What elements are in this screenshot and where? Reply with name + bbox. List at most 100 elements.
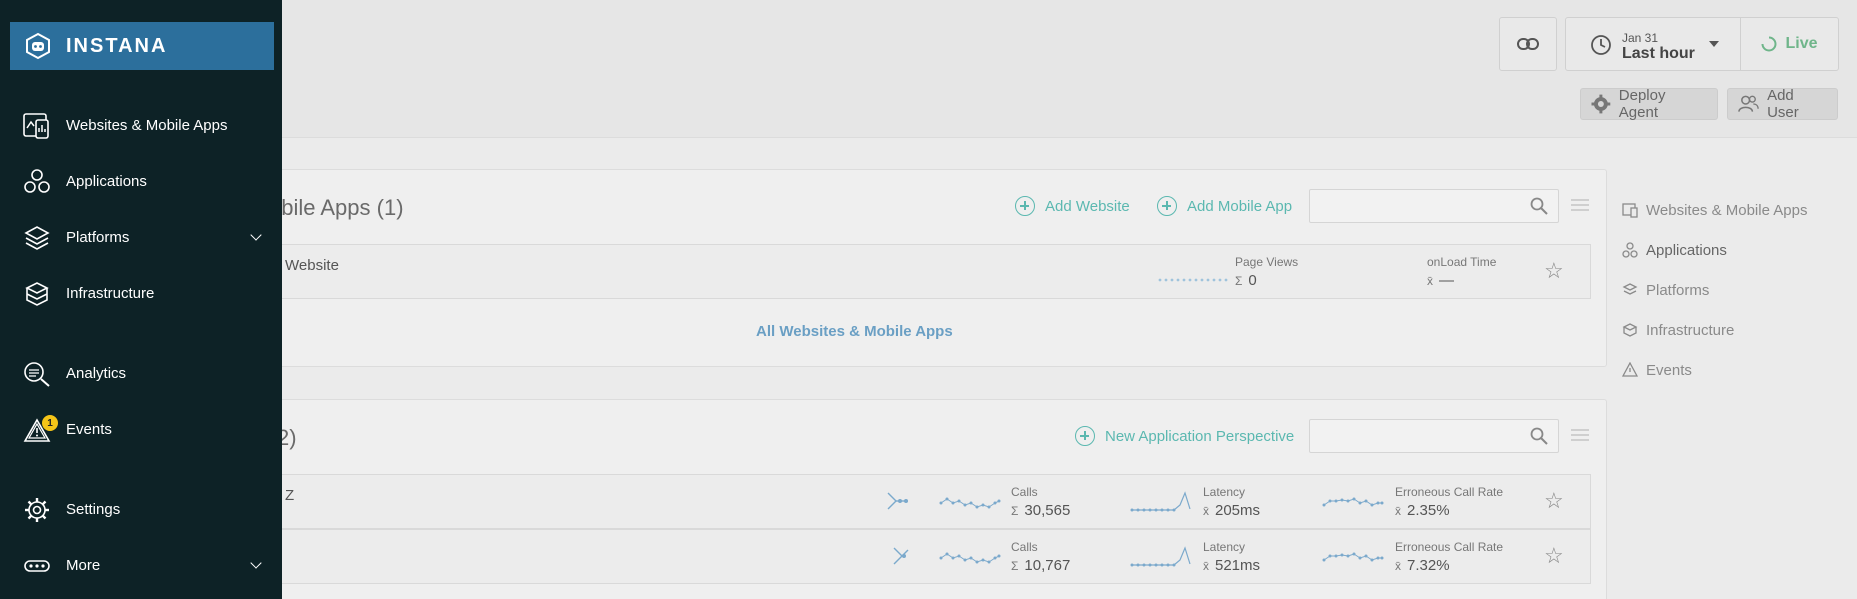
latency-label: Latency xyxy=(1203,540,1246,554)
rnav-item-platforms[interactable]: Platforms xyxy=(1622,270,1807,310)
page-views-value: Σ0 xyxy=(1235,272,1257,289)
search-icon xyxy=(1530,427,1548,445)
star-icon[interactable]: ☆ xyxy=(1544,543,1564,569)
latency-value: x̄ 205ms xyxy=(1203,502,1261,519)
sidebar-item-applications[interactable]: Applications xyxy=(0,159,282,205)
sidebar-item-analytics[interactable]: Analytics xyxy=(0,351,282,397)
events-count-badge: 1 xyxy=(42,415,58,431)
page-views-sparkline xyxy=(1158,278,1228,282)
sidebar-label: More xyxy=(66,557,101,574)
star-icon[interactable]: ☆ xyxy=(1544,258,1564,284)
infrastructure-icon xyxy=(25,282,49,306)
sidebar-label: Platforms xyxy=(66,229,130,246)
applications-icon xyxy=(1622,242,1638,258)
rnav-label: Platforms xyxy=(1646,281,1710,299)
latency-sparkline xyxy=(1130,546,1191,567)
live-spinner-icon xyxy=(1761,36,1777,52)
chevron-down-icon xyxy=(250,557,262,569)
websites-icon xyxy=(1622,203,1638,218)
deploy-agent-label: Deploy Agent xyxy=(1618,87,1666,121)
error-rate-sparkline xyxy=(1322,552,1384,562)
menu-icon[interactable] xyxy=(1571,199,1589,213)
events-icon xyxy=(1622,362,1638,377)
sidebar-item-settings[interactable]: Settings xyxy=(0,487,282,533)
add-mobile-app-button[interactable]: Add Mobile App xyxy=(1157,196,1292,216)
rnav-item-events[interactable]: Events xyxy=(1622,350,1807,390)
latency-label: Latency xyxy=(1203,485,1246,499)
rnav-item-infrastructure[interactable]: Infrastructure xyxy=(1622,310,1807,350)
website-row[interactable]: Website Page Views Σ0 onLoad Time x̄ — ☆ xyxy=(241,244,1591,299)
live-button[interactable]: Live xyxy=(1740,17,1839,71)
timepicker-range: Last hour xyxy=(1622,45,1695,62)
application-name: Z xyxy=(285,487,295,504)
rnav-label: Infrastructure xyxy=(1646,321,1735,339)
calls-value: Σ 30,565 xyxy=(1011,502,1071,519)
sidebar-item-events[interactable]: 1 Events xyxy=(0,407,282,453)
add-mobile-app-label: Add Mobile App xyxy=(1187,197,1293,215)
sidebar-label: Events xyxy=(66,421,112,438)
gear-icon xyxy=(1591,94,1611,114)
websites-card: obile Apps (1) Add Website Add Mobile Ap… xyxy=(240,169,1607,367)
rnav-label: Applications xyxy=(1646,241,1727,259)
rnav-item-websites[interactable]: Websites & Mobile Apps xyxy=(1622,190,1807,230)
applications-icon xyxy=(24,169,50,193)
search-icon xyxy=(1530,197,1548,215)
chevron-down-icon xyxy=(1709,41,1719,47)
rnav-item-applications[interactable]: Applications xyxy=(1622,230,1807,270)
websites-card-title: obile Apps (1) xyxy=(269,195,404,220)
star-icon[interactable]: ☆ xyxy=(1544,488,1564,514)
all-websites-link[interactable]: All Websites & Mobile Apps xyxy=(756,323,953,340)
onload-label: onLoad Time xyxy=(1427,255,1497,269)
application-row[interactable]: Z Calls Σ 30,565 Latency x̄ 205ms Erroneou… xyxy=(241,474,1591,529)
chevron-down-icon xyxy=(250,229,262,241)
dependency-icon xyxy=(893,547,909,565)
live-label: Live xyxy=(1785,35,1818,52)
add-website-button[interactable]: Add Website xyxy=(1015,196,1130,216)
latency-value: x̄ 521ms xyxy=(1203,557,1261,574)
brand-name: INSTANA xyxy=(66,34,168,57)
calls-sparkline xyxy=(939,497,1001,509)
onload-value: x̄ — xyxy=(1427,272,1454,289)
timepicker-button[interactable]: Jan 31 Last hour xyxy=(1565,17,1741,71)
sidebar-item-more[interactable]: More xyxy=(0,543,282,589)
sidebar-label: Applications xyxy=(66,173,147,190)
instana-logo-icon xyxy=(26,32,50,60)
latency-sparkline xyxy=(1130,491,1191,512)
link-icon xyxy=(1517,38,1539,50)
sidebar-item-websites[interactable]: Websites & Mobile Apps xyxy=(0,103,282,149)
brand-logo[interactable]: INSTANA xyxy=(10,22,274,70)
add-user-label: Add User xyxy=(1767,87,1799,121)
applications-search-input[interactable] xyxy=(1309,419,1559,453)
copy-link-button[interactable] xyxy=(1499,17,1557,71)
infrastructure-icon xyxy=(1622,323,1638,337)
add-website-label: Add Website xyxy=(1045,197,1130,215)
calls-label: Calls xyxy=(1011,485,1038,499)
new-application-perspective-button[interactable]: New Application Perspective xyxy=(1075,426,1294,446)
websites-search-input[interactable] xyxy=(1309,189,1559,223)
application-row[interactable]: Calls Σ 10,767 Latency x̄ 521ms Erroneous … xyxy=(241,529,1591,584)
dependency-icon xyxy=(887,492,908,510)
sidebar-label: Infrastructure xyxy=(66,285,155,302)
plus-circle-icon xyxy=(1157,196,1177,216)
calls-value: Σ 10,767 xyxy=(1011,557,1071,574)
deploy-agent-button[interactable]: Deploy Agent xyxy=(1580,87,1718,121)
sidebar-item-platforms[interactable]: Platforms xyxy=(0,215,282,261)
calls-sparkline xyxy=(939,552,1001,564)
plus-circle-icon xyxy=(1075,426,1095,446)
plus-circle-icon xyxy=(1015,196,1035,216)
analytics-icon xyxy=(24,362,50,387)
error-rate-label: Erroneous Call Rate xyxy=(1395,540,1504,554)
sidebar-item-infrastructure[interactable]: Infrastructure xyxy=(0,271,282,317)
error-rate-label: Erroneous Call Rate xyxy=(1395,485,1504,499)
applications-card: 2) New Application Perspective Z Calls Σ… xyxy=(240,399,1607,599)
rnav-label: Websites & Mobile Apps xyxy=(1646,201,1808,219)
error-rate-value: x̄ 2.35% xyxy=(1395,502,1450,519)
settings-gear-icon xyxy=(25,498,49,522)
menu-icon[interactable] xyxy=(1571,429,1589,443)
sidebar-label: Websites & Mobile Apps xyxy=(66,117,228,134)
right-nav: Websites & Mobile Apps Applications Plat… xyxy=(1622,190,1807,390)
error-rate-value: x̄ 7.32% xyxy=(1395,557,1450,574)
users-icon xyxy=(1738,95,1759,112)
add-user-button[interactable]: Add User xyxy=(1727,87,1838,121)
new-perspective-label: New Application Perspective xyxy=(1105,427,1295,445)
